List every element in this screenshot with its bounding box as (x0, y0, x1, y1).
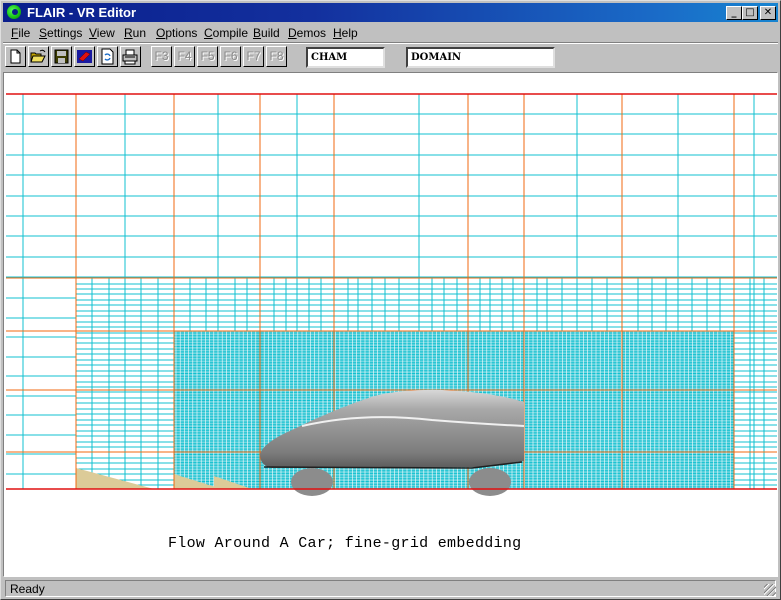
menu-help[interactable]: Help (333, 26, 358, 40)
window-title: FLAIR - VR Editor (27, 5, 137, 20)
menu-label: un (132, 26, 147, 40)
ground-ramp (76, 468, 154, 489)
resize-grip-icon[interactable] (764, 584, 776, 596)
open-button[interactable] (28, 46, 49, 67)
menu-build[interactable]: Build (253, 26, 280, 40)
print-icon (122, 49, 138, 65)
toolbar: F3 F4 F5 F6 F7 F8 CHAM DOMAIN (3, 45, 778, 71)
status-text: Ready (10, 582, 45, 596)
app-window: FLAIR - VR Editor _ □ ✕ File Settings View… (0, 0, 781, 600)
menu-options[interactable]: Options (156, 26, 197, 40)
menu-label: ptions (165, 26, 198, 40)
menu-settings[interactable]: Settings (39, 26, 82, 40)
menu-run[interactable]: Run (124, 26, 146, 40)
menu-accelerator: D (288, 26, 297, 40)
f4-button[interactable]: F4 (174, 46, 195, 67)
menu-label: iew (96, 26, 115, 40)
viewport-caption: Flow Around A Car; fine-grid embedding (168, 535, 522, 552)
menu-accelerator: O (156, 26, 166, 40)
menu-label: uild (261, 26, 280, 40)
save-button[interactable] (51, 46, 72, 67)
menu-label: elp (341, 26, 358, 40)
new-file-icon (10, 49, 21, 64)
minimize-button[interactable]: _ (726, 6, 742, 20)
print-button[interactable] (120, 46, 141, 67)
menu-demos[interactable]: Demos (288, 26, 326, 40)
refresh-document-icon (101, 48, 114, 65)
menu-bar: File Settings View Run Options Compile Build De… (3, 23, 778, 42)
vr-viewport[interactable]: Flow Around A Car; fine-grid embedding (3, 72, 778, 577)
menu-label: ile (18, 26, 31, 40)
f5-button[interactable]: F5 (197, 46, 218, 67)
menu-file[interactable]: File (11, 26, 30, 40)
save-disk-icon (54, 49, 69, 64)
menu-accelerator: B (253, 26, 262, 40)
vr-object-icon (77, 50, 92, 63)
status-bar: Ready (3, 579, 778, 598)
maximize-button[interactable]: □ (742, 6, 758, 20)
status-panel: Ready (5, 580, 776, 597)
new-button[interactable] (5, 46, 26, 67)
f7-button[interactable]: F7 (243, 46, 264, 67)
menu-accelerator: R (124, 26, 133, 40)
car-wheel-rear (469, 468, 511, 496)
menu-label: emos (296, 26, 327, 40)
menu-accelerator: V (89, 26, 97, 40)
title-bar[interactable]: FLAIR - VR Editor _ □ ✕ (3, 3, 778, 22)
menu-accelerator: H (333, 26, 342, 40)
menu-accelerator: S (39, 26, 48, 40)
f8-button[interactable]: F8 (266, 46, 287, 67)
flair-app-icon[interactable] (7, 5, 21, 19)
open-folder-icon (30, 49, 46, 63)
menu-label: ettings (47, 26, 83, 40)
cham-field[interactable]: CHAM (306, 47, 385, 68)
menu-label: ompile (212, 26, 249, 40)
vr-object-button[interactable] (74, 46, 95, 67)
car-wheel-front (291, 468, 333, 496)
grid-canvas[interactable] (4, 73, 778, 577)
menu-view[interactable]: View (89, 26, 115, 40)
close-button[interactable]: ✕ (760, 6, 776, 20)
f3-button[interactable]: F3 (151, 46, 172, 67)
menu-compile[interactable]: Compile (204, 26, 248, 40)
menu-separator (3, 42, 778, 44)
menu-accelerator: C (204, 26, 213, 40)
f6-button[interactable]: F6 (220, 46, 241, 67)
refresh-button[interactable] (97, 46, 118, 67)
domain-field[interactable]: DOMAIN (406, 47, 555, 68)
